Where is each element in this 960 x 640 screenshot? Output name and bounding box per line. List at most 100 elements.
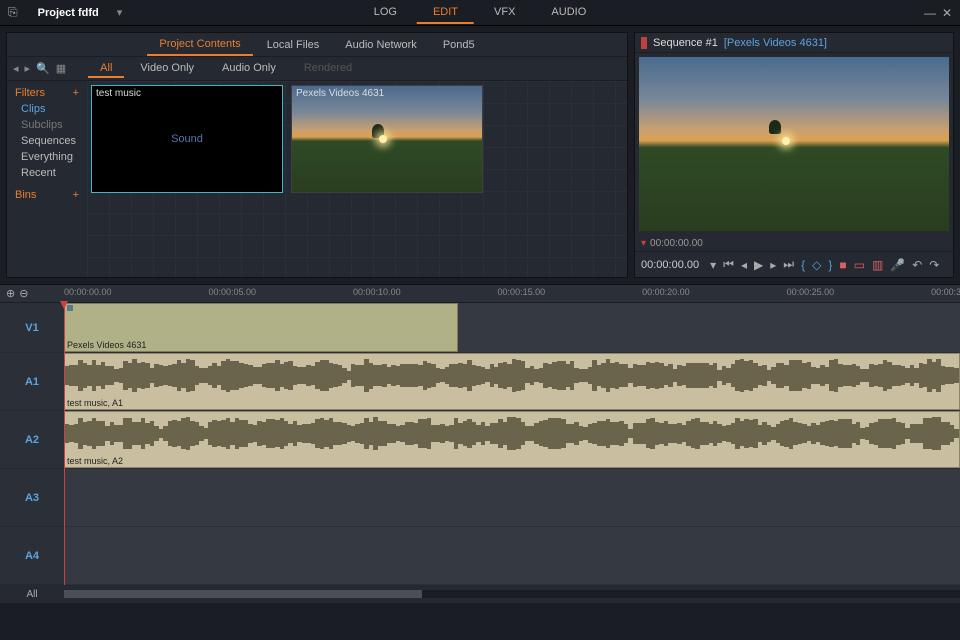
jump-start-icon[interactable]: ⏮ (723, 257, 734, 272)
lane-a3[interactable] (64, 469, 960, 527)
timeline-bottom-bar: All (0, 585, 960, 603)
ruler-mark: 00:00:05.00 (209, 287, 257, 297)
filter-audio[interactable]: Audio Only (210, 60, 288, 78)
clip-label: test music (96, 88, 141, 99)
tab-audio-network[interactable]: Audio Network (333, 35, 429, 55)
mark-out-icon[interactable]: } (828, 258, 832, 272)
topbar: ⎘ Project fdfd ▾ LOG EDIT VFX AUDIO — ✕ (0, 0, 960, 26)
ruler-mark: 00:00:25.00 (787, 287, 835, 297)
clip-a1[interactable]: test music, A1 (64, 353, 960, 410)
track-header-a2[interactable]: A2 (0, 411, 64, 469)
tab-log[interactable]: LOG (358, 2, 413, 24)
sidebar-item-everything[interactable]: Everything (15, 151, 79, 163)
clips-grid: test music Sound Pexels Videos 4631 (87, 81, 627, 277)
sidebar-item-recent[interactable]: Recent (15, 167, 79, 179)
mark-in-icon[interactable]: { (801, 258, 805, 272)
ruler-mark: 00:00:30.00 (931, 287, 960, 297)
ruler-mark: 00:00:20.00 (642, 287, 690, 297)
ruler-mark: 00:00:15.00 (498, 287, 546, 297)
clip-a2-label: test music, A2 (67, 456, 123, 466)
step-back-icon[interactable]: ◂ (741, 258, 747, 272)
lane-a2[interactable]: test music, A2 (64, 411, 960, 469)
mark-clip-icon[interactable]: ◇ (812, 258, 821, 272)
add-bin-icon[interactable]: + (73, 189, 79, 201)
step-fwd-icon[interactable]: ▸ (770, 258, 776, 272)
track-lanes[interactable]: Pexels Videos 4631 test music, A1 test m… (64, 303, 960, 585)
insert-icon[interactable]: ■ (839, 258, 846, 272)
sequence-name: Sequence #1 (653, 37, 718, 49)
upper-panels: Project Contents Local Files Audio Netwo… (0, 26, 960, 284)
track-headers: V1 A1 A2 A3 A4 (0, 303, 64, 585)
jump-end-icon[interactable]: ⏭ (783, 257, 794, 272)
sequence-source: [Pexels Videos 4631] (724, 37, 827, 49)
filter-video[interactable]: Video Only (128, 60, 206, 78)
browser-sidebar: Filters+ Clips Subclips Sequences Everyt… (7, 81, 87, 277)
clip-pexels-4631[interactable]: Pexels Videos 4631 (291, 85, 483, 193)
track-header-a1[interactable]: A1 (0, 353, 64, 411)
timeline-scrollbar[interactable] (64, 590, 960, 598)
tab-local-files[interactable]: Local Files (255, 35, 332, 55)
overwrite-icon[interactable]: ▭ (854, 258, 865, 272)
add-filter-icon[interactable]: + (73, 87, 79, 99)
record-marker-icon (641, 37, 647, 49)
timeline: ⊕ ⊖ 00:00:00.00 00:00:05.00 00:00:10.00 00:… (0, 284, 960, 603)
browser-tabs: Project Contents Local Files Audio Netwo… (7, 33, 627, 57)
clip-label: Pexels Videos 4631 (296, 88, 384, 99)
sidebar-item-subclips[interactable]: Subclips (15, 119, 79, 131)
tab-vfx[interactable]: VFX (478, 2, 531, 24)
play-icon[interactable]: ▶ (754, 258, 763, 272)
tab-edit[interactable]: EDIT (417, 2, 474, 24)
project-dropdown[interactable]: ▾ (117, 6, 123, 19)
sidebar-item-sequences[interactable]: Sequences (15, 135, 79, 147)
viewer-timecode: 00:00:00.00 (641, 259, 699, 271)
viewer-header: Sequence #1 [Pexels Videos 4631] (635, 33, 953, 53)
project-title: Project fdfd (38, 7, 99, 19)
audio-icon[interactable]: 🎤 (890, 258, 905, 272)
tab-project-contents[interactable]: Project Contents (147, 34, 252, 56)
clip-a2[interactable]: test music, A2 (64, 411, 960, 468)
close-icon[interactable]: ✕ (942, 6, 952, 20)
tab-pond5[interactable]: Pond5 (431, 35, 487, 55)
sidebar-item-clips[interactable]: Clips (15, 103, 79, 115)
viewer-canvas[interactable] (639, 57, 949, 231)
timeline-tracks: V1 A1 A2 A3 A4 Pexels Videos 4631 test m… (0, 303, 960, 585)
timeline-ruler[interactable]: ⊕ ⊖ 00:00:00.00 00:00:05.00 00:00:10.00 00:… (0, 285, 960, 303)
lane-a1[interactable]: test music, A1 (64, 353, 960, 411)
track-header-v1[interactable]: V1 (0, 303, 64, 353)
all-tracks-label[interactable]: All (0, 589, 64, 600)
viewer-mini-timecode: ▾00:00:00.00 (635, 235, 953, 251)
media-browser: Project Contents Local Files Audio Netwo… (6, 32, 628, 278)
view-grid-icon[interactable]: ▦ (56, 62, 66, 75)
search-icon[interactable]: 🔍 (36, 62, 50, 75)
track-header-a4[interactable]: A4 (0, 527, 64, 585)
ripple-icon[interactable]: ▥ (872, 258, 883, 272)
nav-back-icon[interactable]: ◂ (13, 62, 19, 75)
track-header-a3[interactable]: A3 (0, 469, 64, 527)
nav-fwd-icon[interactable]: ▸ (25, 62, 31, 75)
ruler-mark: 00:00:10.00 (353, 287, 401, 297)
clip-v1[interactable]: Pexels Videos 4631 (64, 303, 458, 352)
lane-v1[interactable]: Pexels Videos 4631 (64, 303, 960, 353)
clip-v1-label: Pexels Videos 4631 (67, 340, 146, 350)
lane-a4[interactable] (64, 527, 960, 585)
filter-rendered[interactable]: Rendered (292, 60, 364, 78)
clip-a1-label: test music, A1 (67, 398, 123, 408)
app-menu-icon[interactable]: ⎘ (8, 5, 18, 20)
sidebar-filters-header: Filters+ (15, 87, 79, 99)
ruler-mark: 00:00:00.00 (64, 287, 112, 297)
redo-icon[interactable]: ↷ (929, 258, 939, 272)
undo-icon[interactable]: ↶ (912, 258, 922, 272)
zoom-out-icon[interactable]: ⊖ (19, 287, 28, 300)
clip-test-music[interactable]: test music Sound (91, 85, 283, 193)
sidebar-bins-header: Bins+ (15, 189, 79, 201)
browser-toolbar: ◂ ▸ 🔍 ▦ All Video Only Audio Only Render… (7, 57, 627, 81)
filter-all[interactable]: All (88, 60, 124, 78)
viewer-panel: Sequence #1 [Pexels Videos 4631] ▾00:00:… (634, 32, 954, 278)
playhead[interactable] (64, 303, 65, 585)
workspace-tabs: LOG EDIT VFX AUDIO (358, 2, 603, 24)
zoom-in-icon[interactable]: ⊕ (6, 287, 15, 300)
speed-dropdown-icon[interactable]: ▾ (710, 258, 716, 272)
scrollbar-thumb[interactable] (64, 590, 422, 598)
tab-audio[interactable]: AUDIO (535, 2, 602, 24)
minimize-icon[interactable]: — (924, 6, 936, 20)
